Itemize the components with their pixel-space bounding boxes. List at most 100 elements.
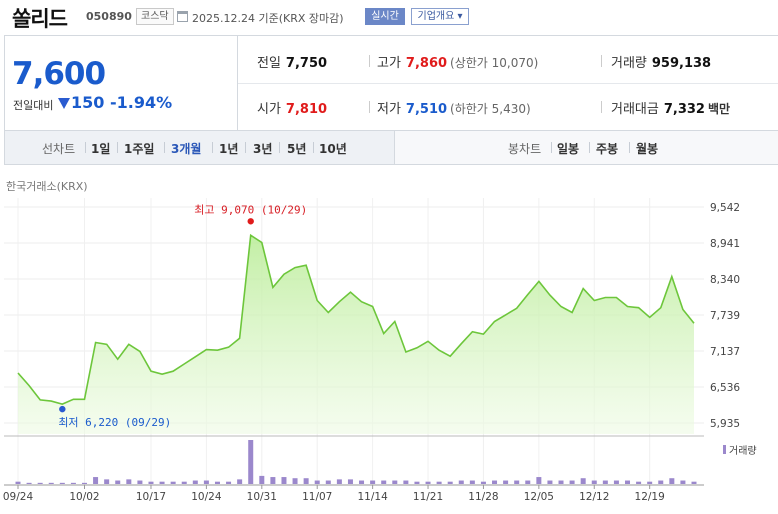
divider bbox=[601, 55, 602, 67]
stock-name: 쏠리드 bbox=[12, 7, 68, 31]
x-tick-label: 09/24 bbox=[3, 491, 34, 503]
y-axis-labels: 9,542 8,941 8,340 7,739 7,137 6,536 5,935 bbox=[710, 202, 740, 430]
x-tick-label: 10/24 bbox=[191, 491, 222, 503]
volume-bar bbox=[547, 480, 553, 484]
volume-bar bbox=[680, 480, 686, 484]
divider bbox=[601, 101, 602, 113]
period-1year[interactable]: 1년 bbox=[219, 140, 238, 157]
y-tick-label: 5,935 bbox=[710, 418, 740, 430]
company-overview-button[interactable]: 기업개요 ▾ bbox=[411, 8, 469, 25]
x-tick-label: 12/05 bbox=[524, 491, 554, 503]
volume-bar bbox=[447, 481, 453, 484]
volume-bar bbox=[148, 481, 154, 484]
volume-label: 거래량 bbox=[611, 56, 647, 71]
volume-bar bbox=[37, 482, 43, 484]
date-label: 2025.12.24 기준(KRX 장마감) bbox=[192, 12, 344, 25]
x-tick-label: 10/31 bbox=[247, 491, 277, 503]
amount-value: 7,332 bbox=[663, 102, 705, 117]
x-tick-label: 12/19 bbox=[635, 491, 665, 503]
volume-bar bbox=[580, 478, 586, 484]
x-axis-labels: 09/24 10/02 10/17 10/24 10/31 11/07 11/14 11/21… bbox=[3, 485, 665, 503]
y-tick-label: 9,542 bbox=[710, 202, 740, 214]
low-annotation: 최저 6,220 (09/29) bbox=[58, 416, 171, 429]
candle-monthly[interactable]: 월봉 bbox=[636, 140, 658, 157]
volume-bar bbox=[270, 477, 276, 484]
period-5year[interactable]: 5년 bbox=[287, 140, 306, 157]
volume-bar bbox=[458, 480, 464, 484]
x-tick-label: 11/28 bbox=[468, 491, 498, 503]
volume-bar bbox=[347, 479, 353, 484]
volume-bar bbox=[59, 482, 65, 484]
volume-value: 959,138 bbox=[651, 56, 712, 71]
volume-bar bbox=[126, 479, 132, 484]
volume-bar bbox=[15, 481, 21, 484]
y-tick-label: 8,941 bbox=[710, 238, 740, 250]
y-tick-label: 7,739 bbox=[710, 310, 740, 322]
volume-bar bbox=[469, 480, 475, 484]
compare-label: 전일대비 bbox=[13, 99, 54, 112]
volume-bar bbox=[436, 481, 442, 484]
open-value: 7,810 bbox=[285, 102, 328, 117]
divider bbox=[117, 142, 118, 153]
volume-bar bbox=[115, 480, 121, 484]
volume-bar bbox=[536, 477, 542, 484]
divider bbox=[369, 55, 370, 67]
volume-bar bbox=[359, 480, 365, 484]
period-3year[interactable]: 3년 bbox=[253, 140, 272, 157]
period-10year[interactable]: 10년 bbox=[319, 140, 347, 157]
x-tick-label: 10/02 bbox=[69, 491, 99, 503]
volume-bar bbox=[259, 475, 265, 484]
divider bbox=[245, 142, 246, 153]
price-chart: 9,542 8,941 8,340 7,739 7,137 6,536 5,935 최고 9… bbox=[3, 198, 757, 503]
down-triangle-icon bbox=[58, 98, 70, 109]
volume-bar bbox=[314, 480, 320, 484]
amount-unit: 백만 bbox=[707, 102, 731, 116]
period-1day[interactable]: 1일 bbox=[91, 140, 110, 157]
high-stat: 고가 7,860 (상한가 10,070) bbox=[377, 52, 538, 71]
divider bbox=[238, 83, 778, 84]
volume-bar bbox=[104, 479, 110, 484]
volume-bar bbox=[591, 480, 597, 484]
volume-bar bbox=[192, 480, 198, 484]
divider bbox=[369, 101, 370, 113]
volume-bar bbox=[370, 480, 376, 484]
amount-stat: 거래대금 7,332 백만 bbox=[611, 98, 730, 117]
volume-bar bbox=[226, 481, 232, 484]
candle-section bbox=[395, 131, 778, 164]
period-1week[interactable]: 1주일 bbox=[124, 140, 154, 157]
volume-bar bbox=[480, 481, 486, 484]
volume-bar bbox=[159, 481, 165, 484]
x-tick-label: 11/21 bbox=[413, 491, 443, 503]
period-3month[interactable]: 3개월 bbox=[171, 140, 201, 157]
volume-bar bbox=[658, 480, 664, 484]
price-change: 150 bbox=[71, 93, 105, 112]
volume-bar bbox=[237, 479, 243, 484]
line-chart-label: 선차트 bbox=[42, 142, 76, 156]
divider bbox=[629, 142, 630, 153]
volume-bar bbox=[181, 481, 187, 484]
stock-header: 쏠리드 050890 코스닥 2025.12.24 기준(KRX 장마감) 실시… bbox=[0, 0, 778, 34]
candle-daily[interactable]: 일봉 bbox=[557, 140, 579, 157]
y-tick-label: 8,340 bbox=[710, 274, 740, 286]
volume-bar bbox=[647, 481, 653, 484]
divider bbox=[394, 131, 395, 164]
prev-close-label: 전일 bbox=[257, 56, 281, 71]
volume-bar bbox=[137, 480, 143, 484]
volume-bar bbox=[203, 480, 209, 484]
volume-bar bbox=[93, 477, 99, 484]
volume-bar bbox=[492, 480, 498, 484]
open-stat: 시가 7,810 bbox=[257, 98, 327, 117]
high-label: 고가 bbox=[377, 56, 401, 71]
candle-weekly[interactable]: 주봉 bbox=[596, 140, 618, 157]
realtime-button[interactable]: 실시간 bbox=[365, 8, 405, 25]
low-label: 저가 bbox=[377, 102, 401, 117]
price-change-percent: -1.94% bbox=[110, 93, 173, 112]
prev-close-value: 7,750 bbox=[285, 56, 328, 71]
calendar-icon bbox=[177, 11, 188, 22]
divider bbox=[279, 142, 280, 153]
volume-bar bbox=[514, 480, 520, 484]
market-badge: 코스닥 bbox=[136, 8, 174, 25]
volume-bar bbox=[414, 481, 420, 484]
amount-label: 거래대금 bbox=[611, 102, 659, 117]
x-tick-label: 11/07 bbox=[302, 491, 332, 503]
